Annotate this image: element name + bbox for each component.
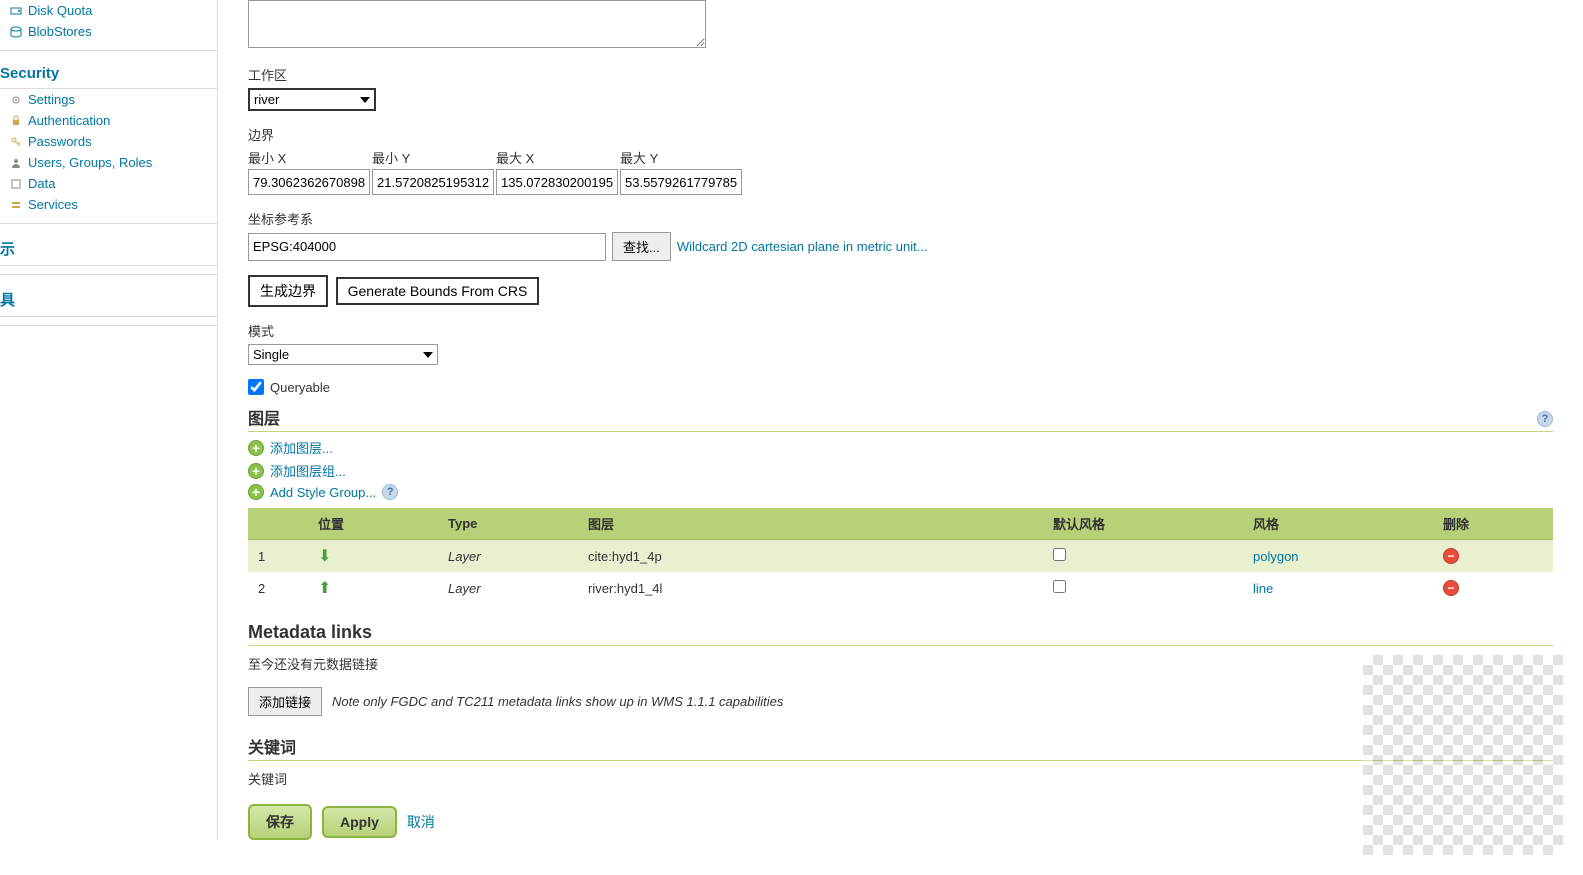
- sidebar-link[interactable]: BlobStores: [28, 24, 92, 39]
- sidebar-item-blobstores[interactable]: BlobStores: [0, 21, 217, 42]
- description-textarea[interactable]: [248, 0, 706, 48]
- sidebar-section-demo: 示: [0, 232, 217, 266]
- apply-button[interactable]: Apply: [322, 806, 397, 838]
- add-icon: +: [248, 463, 264, 479]
- layers-table: 位置 Type 图层 默认风格 风格 删除 1 ⬇ Layer cite:hyd…: [248, 508, 1553, 604]
- sidebar-item-passwords[interactable]: Passwords: [0, 131, 217, 152]
- sidebar-item-disk-quota[interactable]: Disk Quota: [0, 0, 217, 21]
- services-icon: [10, 199, 22, 211]
- sidebar-item-authentication[interactable]: Authentication: [0, 110, 217, 131]
- queryable-label: Queryable: [270, 380, 330, 395]
- crs-description-link[interactable]: Wildcard 2D cartesian plane in metric un…: [677, 239, 928, 254]
- th-position[interactable]: 位置: [308, 508, 438, 540]
- crs-input[interactable]: [248, 233, 606, 261]
- users-icon: [10, 157, 22, 169]
- position-cell: 2: [248, 572, 308, 604]
- style-link[interactable]: polygon: [1253, 549, 1299, 564]
- help-icon[interactable]: ?: [382, 484, 398, 500]
- disk-icon: [10, 5, 22, 17]
- min-y-input[interactable]: [372, 169, 494, 195]
- add-metadata-link-button[interactable]: 添加链接: [248, 687, 322, 716]
- sidebar-item-settings[interactable]: Settings: [0, 89, 217, 110]
- type-cell: Layer: [438, 572, 578, 604]
- min-x-label: 最小 X: [248, 148, 370, 167]
- blob-icon: [10, 26, 22, 38]
- max-x-label: 最大 X: [496, 148, 618, 167]
- save-button[interactable]: 保存: [248, 804, 312, 840]
- add-layer-group-link[interactable]: 添加图层组...: [270, 461, 346, 480]
- table-row: 1 ⬇ Layer cite:hyd1_4p polygon −: [248, 540, 1553, 573]
- min-y-label: 最小 Y: [372, 148, 494, 167]
- workspace-select[interactable]: river: [248, 88, 376, 111]
- position-cell: 1: [248, 540, 308, 573]
- th-blank: [248, 508, 308, 540]
- sidebar-link[interactable]: Settings: [28, 92, 75, 107]
- add-layer-link[interactable]: 添加图层...: [270, 438, 333, 457]
- sidebar-item-users-groups-roles[interactable]: Users, Groups, Roles: [0, 152, 217, 173]
- delete-icon[interactable]: −: [1443, 580, 1459, 596]
- crs-label: 坐标参考系: [248, 209, 1553, 228]
- add-style-group-link[interactable]: Add Style Group...: [270, 485, 376, 500]
- generate-bounds-from-crs-button[interactable]: Generate Bounds From CRS: [336, 277, 540, 305]
- queryable-checkbox[interactable]: [248, 379, 264, 395]
- generate-bounds-button[interactable]: 生成边界: [248, 275, 328, 307]
- sidebar-link[interactable]: Disk Quota: [28, 3, 92, 18]
- sidebar-section-tools: 具: [0, 283, 217, 317]
- mode-label: 模式: [248, 321, 1553, 340]
- layer-name-cell: river:hyd1_4l: [578, 572, 1043, 604]
- find-crs-button[interactable]: 查找...: [612, 232, 671, 261]
- add-icon: +: [248, 484, 264, 500]
- max-y-label: 最大 Y: [620, 148, 742, 167]
- layers-section-title: 图层 ?: [248, 405, 1553, 432]
- lock-icon: [10, 115, 22, 127]
- main-content: 工作区 river 边界 最小 X 最小 Y 最大 X: [218, 0, 1583, 840]
- sidebar-section-security: Security: [0, 59, 217, 89]
- arrow-up-icon[interactable]: ⬆: [318, 580, 331, 597]
- cancel-link[interactable]: 取消: [407, 812, 435, 832]
- key-icon: [10, 136, 22, 148]
- help-icon[interactable]: ?: [1537, 411, 1553, 427]
- default-style-checkbox[interactable]: [1053, 548, 1066, 561]
- data-icon: [10, 178, 22, 190]
- sidebar-link[interactable]: Authentication: [28, 113, 110, 128]
- table-row: 2 ⬆ Layer river:hyd1_4l line −: [248, 572, 1553, 604]
- th-type[interactable]: Type: [438, 508, 578, 540]
- sidebar-link[interactable]: Passwords: [28, 134, 92, 149]
- style-link[interactable]: line: [1253, 581, 1273, 596]
- metadata-links-title: Metadata links: [248, 622, 1553, 646]
- sidebar-link[interactable]: Users, Groups, Roles: [28, 155, 152, 170]
- keywords-label: 关键词: [248, 769, 1553, 788]
- arrow-down-icon[interactable]: ⬇: [318, 548, 331, 565]
- metadata-note: Note only FGDC and TC211 metadata links …: [332, 694, 783, 709]
- max-x-input[interactable]: [496, 169, 618, 195]
- sidebar-link[interactable]: Data: [28, 176, 55, 191]
- default-style-checkbox[interactable]: [1053, 580, 1066, 593]
- th-default-style[interactable]: 默认风格: [1043, 508, 1243, 540]
- bounds-label: 边界: [248, 125, 1553, 144]
- keywords-title: 关键词: [248, 734, 1553, 761]
- type-cell: Layer: [438, 540, 578, 573]
- layer-name-cell: cite:hyd1_4p: [578, 540, 1043, 573]
- th-delete[interactable]: 删除: [1433, 508, 1553, 540]
- workspace-label: 工作区: [248, 65, 1553, 84]
- sidebar-item-services[interactable]: Services: [0, 194, 217, 215]
- max-y-input[interactable]: [620, 169, 742, 195]
- add-icon: +: [248, 440, 264, 456]
- th-style[interactable]: 风格: [1243, 508, 1433, 540]
- th-layer[interactable]: 图层: [578, 508, 1043, 540]
- gear-icon: [10, 94, 22, 106]
- min-x-input[interactable]: [248, 169, 370, 195]
- mode-select[interactable]: Single: [248, 344, 438, 365]
- sidebar-item-data[interactable]: Data: [0, 173, 217, 194]
- no-metadata-text: 至今还没有元数据链接: [248, 654, 1553, 673]
- sidebar-link[interactable]: Services: [28, 197, 78, 212]
- sidebar: Disk Quota BlobStores Security Settings: [0, 0, 218, 840]
- delete-icon[interactable]: −: [1443, 548, 1459, 564]
